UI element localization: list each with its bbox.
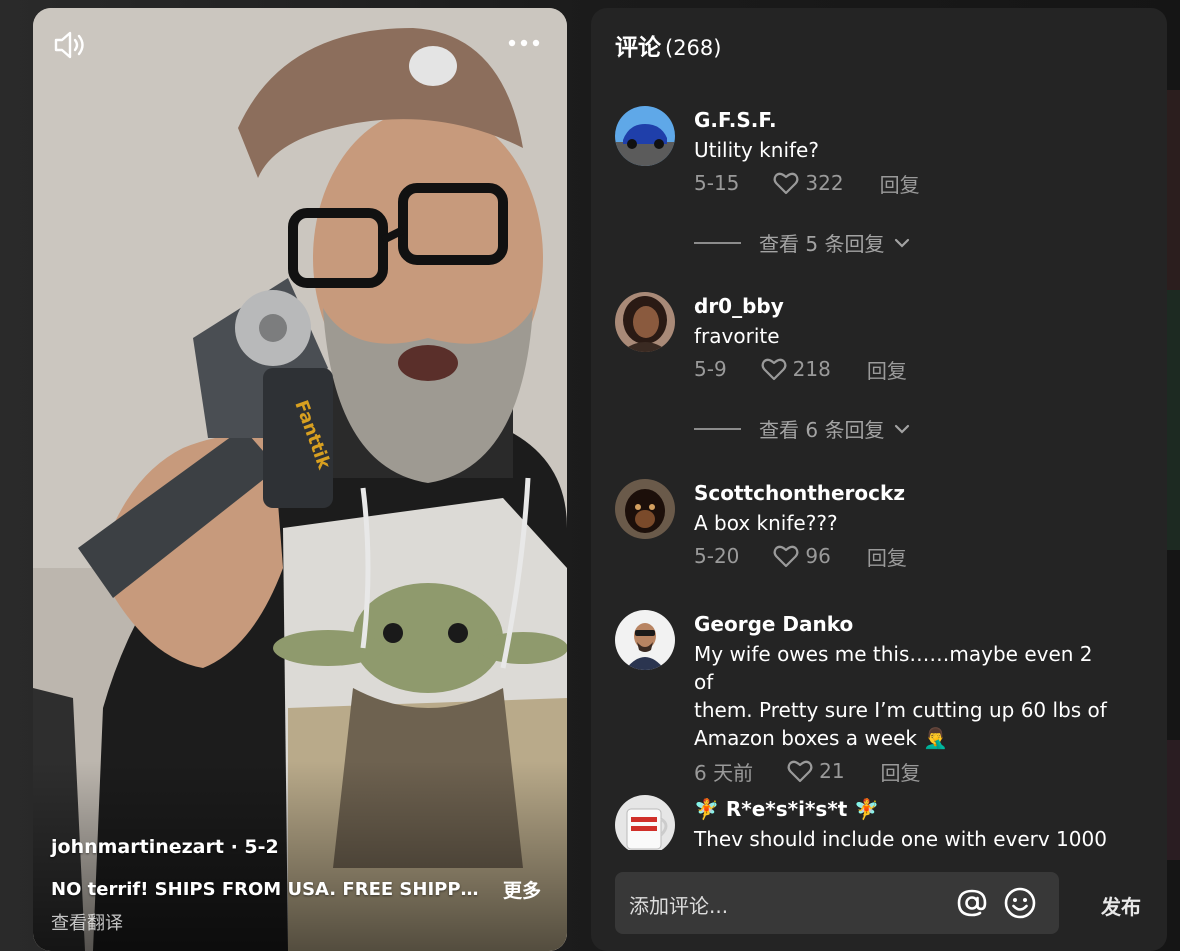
comment-text-line: My wife owes me this……maybe even 2 of [694,642,1093,694]
like-count: 322 [805,171,844,195]
post-button[interactable]: 发布 [1101,891,1141,920]
ellipsis-icon[interactable] [507,34,541,52]
like-count: 21 [819,759,845,783]
comment-text: My wife owes me this……maybe even 2 of th… [694,640,1114,752]
like-button[interactable]: 21 [787,759,845,783]
view-replies-label: 查看 6 条回复 [759,418,885,442]
reply-button[interactable]: 回复 [867,355,907,384]
like-count: 218 [792,357,831,381]
comment-input-placeholder: 添加评论... [629,894,729,918]
reply-button[interactable]: 回复 [867,542,907,571]
avatar[interactable] [615,106,675,166]
like-button[interactable]: 322 [773,171,844,195]
comment-date: 5-20 [694,544,740,568]
view-replies-button[interactable]: 查看 5 条回复 [694,228,910,257]
like-button[interactable]: 96 [773,544,831,568]
translate-link[interactable]: 查看翻译 [51,909,549,935]
view-replies-label: 查看 5 条回复 [759,232,885,256]
avatar[interactable] [615,292,675,352]
video-description: NO terrif! SHIPS FROM USA. FREE SHIPPIN… [51,879,481,900]
speaker-icon[interactable] [53,30,87,60]
heart-icon [773,545,799,568]
like-count: 96 [805,544,831,568]
reply-button[interactable]: 回复 [881,757,921,786]
comment-clip: 🧚 R*e*s*i*s*t 🧚 Thev should include one … [591,788,1167,850]
like-button[interactable]: 218 [761,357,831,381]
chevron-down-icon [895,424,910,434]
avatar[interactable] [615,479,675,539]
comment-author[interactable]: Scottchontherockz [694,479,1114,507]
comment-date: 5-15 [694,171,740,195]
comment-author[interactable]: G.F.S.F. [694,106,1114,134]
video-author-line[interactable]: johnmartinezart · 5-2 [51,834,549,860]
divider [694,241,741,244]
comments-panel: 评论 (268) G.F.S.F. Utility knife? 5-15 322… [591,8,1167,951]
more-button[interactable]: 更多 [503,876,541,903]
comment-author[interactable]: 🧚 R*e*s*i*s*t 🧚 [694,795,1114,823]
comments-title: 评论 (268) [615,28,721,62]
avatar[interactable] [615,610,675,670]
view-replies-button[interactable]: 查看 6 条回复 [694,414,910,443]
heart-icon [787,760,813,783]
avatar[interactable] [615,795,675,850]
comment-text-line: them. Pretty sure I’m cutting up 60 lbs … [694,698,1107,722]
heart-icon [761,358,787,381]
comment-input[interactable]: 添加评论... [615,872,1059,934]
comment-date: 5-9 [694,357,727,381]
comment-text: Utility knife? [694,138,819,162]
comment-text: A box knife??? [694,511,838,535]
reply-button[interactable]: 回复 [880,169,920,198]
smiley-icon[interactable] [1003,886,1037,920]
comments-count: (268) [665,36,722,60]
comment-text: fravorite [694,324,780,348]
heart-icon [773,172,799,195]
video-caption: johnmartinezart · 5-2 NO terrif! SHIPS F… [51,834,549,935]
comment-date: 6 天前 [694,760,754,785]
at-icon[interactable] [955,886,989,920]
divider [694,427,741,430]
comment-text-line: Amazon boxes a week 🤦‍♂️ [694,726,949,750]
comment-author[interactable]: dr0_bby [694,292,1114,320]
comment-author[interactable]: George Danko [694,610,1114,638]
video-player[interactable]: Fanttik johnmartinezart · 5-2 NO terrif!… [33,8,567,951]
chevron-down-icon [895,238,910,248]
comments-title-label: 评论 [615,35,661,61]
comment-text: Thev should include one with everv 1000 [694,827,1107,850]
